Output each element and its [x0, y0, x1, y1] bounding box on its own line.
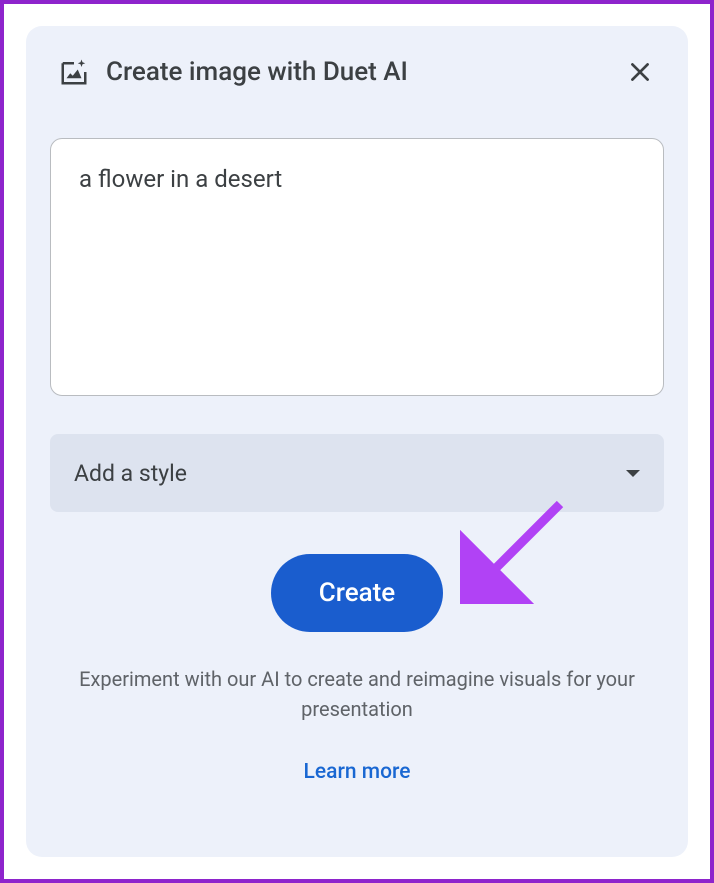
close-button[interactable] — [624, 56, 656, 88]
create-button[interactable]: Create — [271, 554, 443, 632]
dropdown-label: Add a style — [74, 460, 187, 487]
description-text: Experiment with our AI to create and rei… — [50, 664, 664, 724]
learn-more-link[interactable]: Learn more — [50, 760, 664, 784]
duet-ai-panel: Create image with Duet AI Add a style Cr… — [26, 26, 688, 857]
prompt-textarea[interactable] — [50, 138, 664, 396]
button-row: Create — [50, 554, 664, 632]
close-icon — [627, 59, 653, 85]
panel-title: Create image with Duet AI — [106, 57, 608, 87]
image-sparkle-icon — [58, 56, 90, 88]
chevron-down-icon — [626, 470, 640, 477]
style-dropdown[interactable]: Add a style — [50, 434, 664, 512]
panel-header: Create image with Duet AI — [50, 56, 664, 88]
